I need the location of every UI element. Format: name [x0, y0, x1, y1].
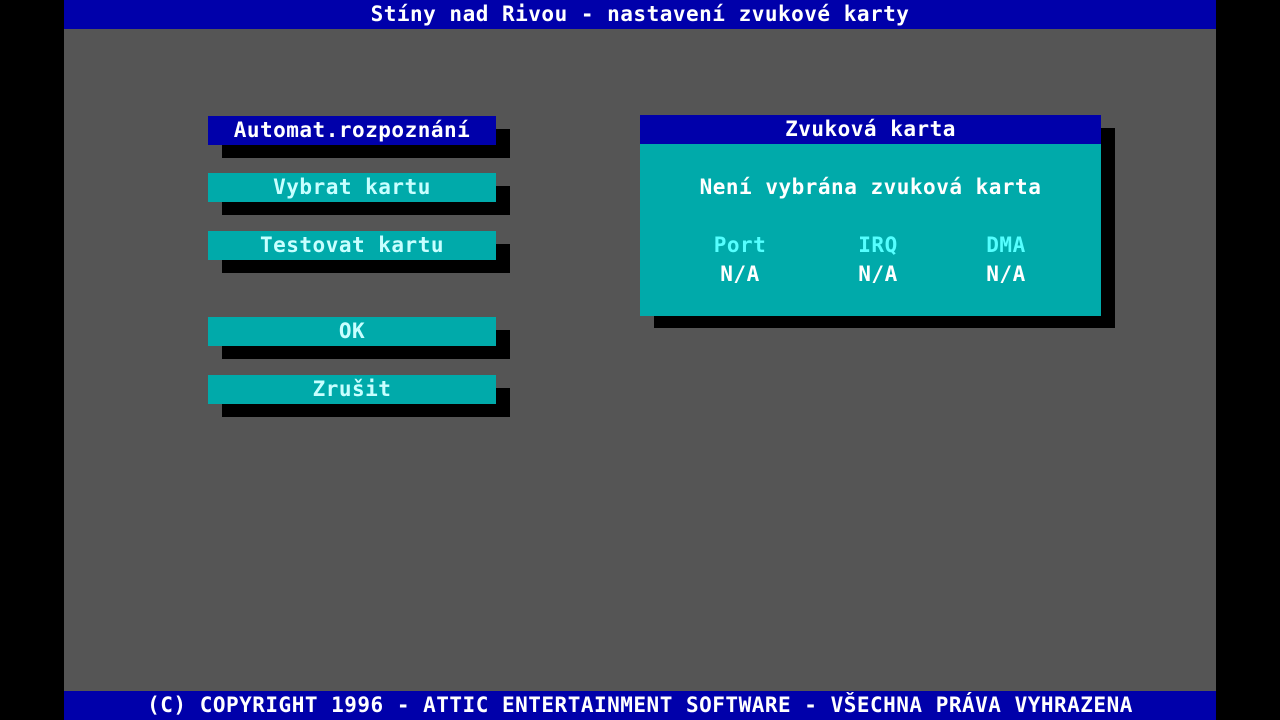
sound-card-panel-title: Zvuková karta [640, 115, 1101, 144]
dos-screen: Stíny nad Rivou - nastavení zvukové kart… [64, 0, 1216, 720]
sound-card-panel: Zvuková karta Není vybrána zvuková karta… [640, 115, 1101, 316]
port-column: Port N/A [685, 231, 795, 289]
irq-value: N/A [858, 262, 898, 286]
dma-value: N/A [986, 262, 1026, 286]
ok-button-wrap: OK [208, 317, 510, 359]
auto-detect-button-wrap: Automat.rozpoznání [208, 116, 510, 158]
test-card-button-wrap: Testovat kartu [208, 231, 510, 273]
irq-label: IRQ [858, 233, 898, 257]
cancel-button[interactable]: Zrušit [208, 375, 496, 404]
auto-detect-button[interactable]: Automat.rozpoznání [208, 116, 496, 145]
port-label: Port [713, 233, 767, 257]
dma-label: DMA [986, 233, 1026, 257]
test-card-button[interactable]: Testovat kartu [208, 231, 496, 260]
title-bar: Stíny nad Rivou - nastavení zvukové kart… [64, 0, 1216, 29]
cancel-button-wrap: Zrušit [208, 375, 510, 417]
copyright-bar: (C) COPYRIGHT 1996 - ATTIC ENTERTAINMENT… [64, 691, 1216, 720]
sound-card-status: Není vybrána zvuková karta [699, 175, 1042, 199]
irq-column: IRQ N/A [823, 231, 933, 289]
copyright-text: (C) COPYRIGHT 1996 - ATTIC ENTERTAINMENT… [147, 693, 1133, 717]
select-card-button-wrap: Vybrat kartu [208, 173, 510, 215]
dma-column: DMA N/A [951, 231, 1061, 289]
window-title: Stíny nad Rivou - nastavení zvukové kart… [370, 2, 910, 26]
select-card-button[interactable]: Vybrat kartu [208, 173, 496, 202]
ok-button[interactable]: OK [208, 317, 496, 346]
port-value: N/A [720, 262, 760, 286]
